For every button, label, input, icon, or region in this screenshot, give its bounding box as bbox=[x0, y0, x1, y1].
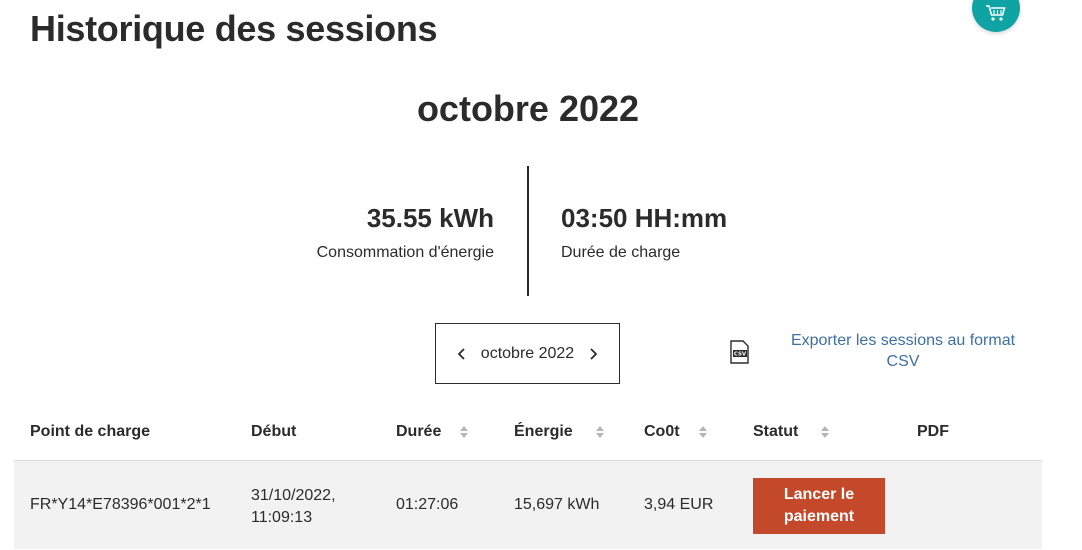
column-header-status[interactable]: Statut bbox=[753, 423, 830, 441]
svg-text:CSV: CSV bbox=[734, 352, 747, 358]
duration-value: 03:50 HH:mm bbox=[561, 203, 728, 233]
month-heading: octobre 2022 bbox=[416, 88, 640, 129]
column-header-energy[interactable]: Énergie bbox=[514, 423, 605, 441]
cell-start: 31/10/2022, 11:09:13 bbox=[251, 485, 336, 529]
column-header-cost[interactable]: Co0t bbox=[644, 423, 708, 441]
table-row: FR*Y14*E78396*001*2*1 31/10/2022, 11:09:… bbox=[14, 461, 1042, 549]
summary-divider bbox=[527, 166, 529, 296]
sort-icon[interactable] bbox=[820, 425, 830, 439]
export-csv: CSV Exporter les sessions au format CSV bbox=[729, 330, 1033, 372]
sort-icon[interactable] bbox=[595, 425, 605, 439]
energy-label: Consommation d'énergie bbox=[316, 244, 494, 261]
energy-summary: 35.55 kWh Consommation d'énergie bbox=[317, 200, 494, 262]
month-picker: octobre 2022 bbox=[435, 323, 620, 384]
table-header: Point de charge Début Durée Énergie Co0t… bbox=[14, 405, 1042, 461]
column-header-pdf: PDF bbox=[917, 423, 949, 440]
column-header-start: Début bbox=[251, 423, 297, 440]
chevron-right-icon[interactable] bbox=[588, 347, 598, 361]
cell-charge-point: FR*Y14*E78396*001*2*1 bbox=[30, 496, 211, 513]
sort-icon[interactable] bbox=[698, 425, 708, 439]
export-csv-link[interactable]: Exporter les sessions au format CSV bbox=[773, 330, 1033, 372]
cart-icon bbox=[985, 0, 1007, 27]
column-header-point: Point de charge bbox=[30, 423, 151, 440]
csv-file-icon[interactable]: CSV bbox=[729, 340, 751, 369]
sessions-table: Point de charge Début Durée Énergie Co0t… bbox=[14, 405, 1042, 549]
month-picker-label: octobre 2022 bbox=[480, 344, 575, 362]
cell-energy: 15,697 kWh bbox=[514, 496, 600, 513]
sort-icon[interactable] bbox=[459, 425, 469, 439]
start-payment-button[interactable]: Lancer le paiement bbox=[753, 478, 885, 534]
energy-value: 35.55 kWh bbox=[366, 203, 494, 233]
cell-duration: 01:27:06 bbox=[396, 496, 459, 513]
cart-button[interactable] bbox=[972, 0, 1020, 32]
duration-label: Durée de charge bbox=[561, 244, 681, 261]
column-header-duration[interactable]: Durée bbox=[396, 423, 469, 441]
cell-start-time: 11:09:13 bbox=[251, 509, 313, 526]
duration-summary: 03:50 HH:mm Durée de charge bbox=[561, 200, 727, 262]
chevron-left-icon[interactable] bbox=[457, 347, 467, 361]
page-title: Historique des sessions bbox=[30, 8, 438, 49]
cell-start-date: 31/10/2022, bbox=[251, 487, 336, 504]
cell-cost: 3,94 EUR bbox=[644, 496, 714, 513]
